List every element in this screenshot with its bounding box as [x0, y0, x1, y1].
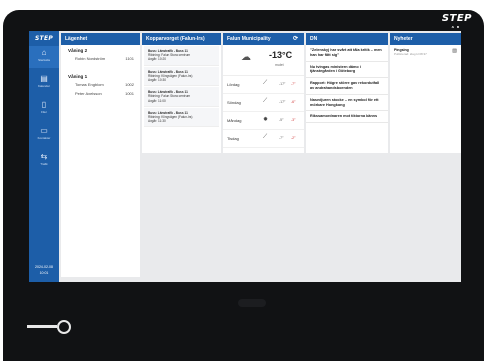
- home-button[interactable]: [238, 299, 266, 307]
- list-item: Buss: Länstrafik - Buss 11 Riktning: Falu…: [144, 87, 219, 107]
- snow-icon: ⟋: [263, 134, 268, 140]
- list-item: Buss: Länstrafik - Buss 11 Riktning: Klin…: [144, 66, 219, 87]
- clock: 2024-02-08 10:01: [29, 264, 59, 276]
- cards-icon: ▭: [40, 126, 48, 135]
- forecast-row: Måndag ✸ -5° -3°: [223, 112, 304, 130]
- sidebar-logo: STEP: [34, 35, 54, 42]
- weather-title: Falun Municipality ⟳: [223, 33, 304, 45]
- sidebar-item-traffic[interactable]: ⇆ Trafik: [29, 150, 59, 172]
- list-item: Buss: Länstrafik - Buss 11 Riktning: Falu…: [144, 46, 219, 66]
- snow-icon: ⟋: [263, 98, 268, 104]
- news-item[interactable]: Rapport: Högre större gav rekordutfall a…: [306, 78, 388, 95]
- floor-heading: Våning 2: [68, 48, 88, 53]
- weather-panel: Falun Municipality ⟳ ☁ -13°C mulet Lördag…: [223, 33, 304, 153]
- news-item[interactable]: Nu tvingas ministern dämo i tjänstegårde…: [306, 62, 388, 79]
- dn-title: DN: [306, 33, 388, 45]
- residents-panel: Lägenhet Våning 2 Robin Nordström 1101 Vå…: [61, 33, 140, 277]
- list-item[interactable]: Robin Nordström 1101: [61, 54, 140, 63]
- news-item[interactable]: Pingsing Publicerad: idag kl 08:37 ▨: [390, 45, 461, 59]
- refresh-icon[interactable]: ⟳: [293, 33, 298, 45]
- bus-panel: Kopparvorget (Falun-lrs) Buss: Länstrafi…: [142, 33, 221, 153]
- weather-desc: mulet: [275, 63, 284, 67]
- screen: STEP ⌂ Startsida ▤ Kalender ▯ Filer ▭ Ko…: [29, 31, 461, 282]
- sun-cloud-icon: ✸: [263, 117, 269, 123]
- weather-now: ☁ -13°C mulet: [223, 45, 304, 76]
- residents-title: Lägenhet: [61, 33, 140, 45]
- news-item[interactable]: Rikssamordnaren mot tiktorna känns: [306, 111, 388, 124]
- calendar-icon: ▤: [40, 74, 48, 83]
- news-item[interactable]: ”Zelenskyj har svårt att tåla kritik – m…: [306, 45, 388, 62]
- list-item[interactable]: Tomas Engblom 1002: [61, 80, 140, 89]
- document-icon: ▯: [41, 100, 47, 109]
- nyheter-title: Nyheter: [390, 33, 461, 45]
- sidebar-item-home[interactable]: ⌂ Startsida: [29, 46, 59, 68]
- dn-panel: DN ”Zelenskyj har svårt att tåla kritik …: [306, 33, 388, 153]
- time-text: 10:01: [39, 271, 49, 275]
- home-icon: ⌂: [41, 48, 47, 57]
- bus-icon: ⇆: [40, 152, 48, 161]
- brand-logo: STEP AB: [441, 13, 472, 30]
- forecast-row: Tisdag ⟋ -7° -2°: [223, 130, 304, 148]
- floor-heading: Våning 1: [68, 74, 88, 79]
- nyheter-panel: Nyheter Pingsing Publicerad: idag kl 08:…: [390, 33, 461, 153]
- key-icon: [27, 316, 77, 336]
- list-item: Buss: Länstrafik - Buss 11 Riktning: Klin…: [144, 107, 219, 128]
- snow-icon: ⟋: [263, 80, 268, 86]
- sidebar-item-files[interactable]: ▯ Filer: [29, 98, 59, 120]
- news-item[interactable]: Nasedjuren stocke – en symbol för ett mö…: [306, 95, 388, 112]
- forecast-row: Lördag ⟋ -17° -7°: [223, 76, 304, 94]
- current-temp: -13°C: [269, 50, 293, 60]
- message-icon: ▨: [452, 48, 457, 54]
- list-item[interactable]: Peter Axelsson 1001: [61, 89, 140, 98]
- sidebar: STEP ⌂ Startsida ▤ Kalender ▯ Filer ▭ Ko…: [29, 31, 59, 282]
- forecast-row: Söndag ⟋ -17° -6°: [223, 94, 304, 112]
- bus-title: Kopparvorget (Falun-lrs): [142, 33, 221, 45]
- sidebar-item-calendar[interactable]: ▤ Kalender: [29, 72, 59, 94]
- cloud-icon: ☁: [241, 52, 251, 63]
- sidebar-item-contacts[interactable]: ▭ Kontakter: [29, 124, 59, 146]
